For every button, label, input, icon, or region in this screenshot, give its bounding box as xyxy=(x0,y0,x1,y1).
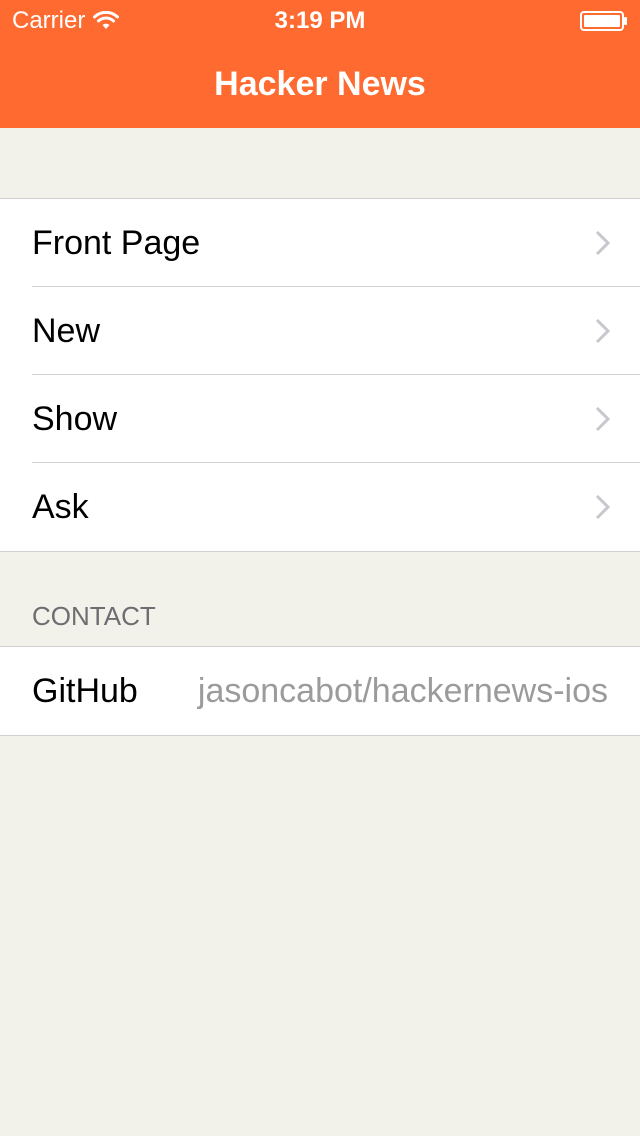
menu-item-show[interactable]: Show xyxy=(0,375,640,463)
github-link-value: jasoncabot/hackernews-ios xyxy=(197,672,608,710)
github-row[interactable]: GitHub jasoncabot/hackernews-ios xyxy=(0,647,640,735)
status-time: 3:19 PM xyxy=(274,7,366,34)
chevron-right-icon xyxy=(595,406,611,432)
contact-list: GitHub jasoncabot/hackernews-ios xyxy=(0,646,640,736)
menu-item-ask[interactable]: Ask xyxy=(0,463,640,551)
chevron-right-icon xyxy=(595,230,611,256)
contact-section-header: CONTACT xyxy=(32,601,156,631)
github-label: GitHub xyxy=(32,672,138,710)
menu-item-label: Front Page xyxy=(32,224,201,262)
menu-item-new[interactable]: New xyxy=(0,287,640,375)
menu-item-label: Show xyxy=(32,400,118,438)
menu-list: Front Page New Show Ask xyxy=(0,198,640,552)
menu-item-label: Ask xyxy=(32,488,89,526)
status-bar: Carrier 3:19 PM xyxy=(0,0,640,40)
page-title: Hacker News xyxy=(214,65,426,103)
battery-icon xyxy=(580,11,627,31)
menu-item-front-page[interactable]: Front Page xyxy=(0,199,640,287)
navigation-header: Carrier 3:19 PM Hacker News xyxy=(0,0,640,128)
menu-item-label: New xyxy=(32,312,101,350)
chevron-right-icon xyxy=(595,494,611,520)
chevron-right-icon xyxy=(595,318,611,344)
